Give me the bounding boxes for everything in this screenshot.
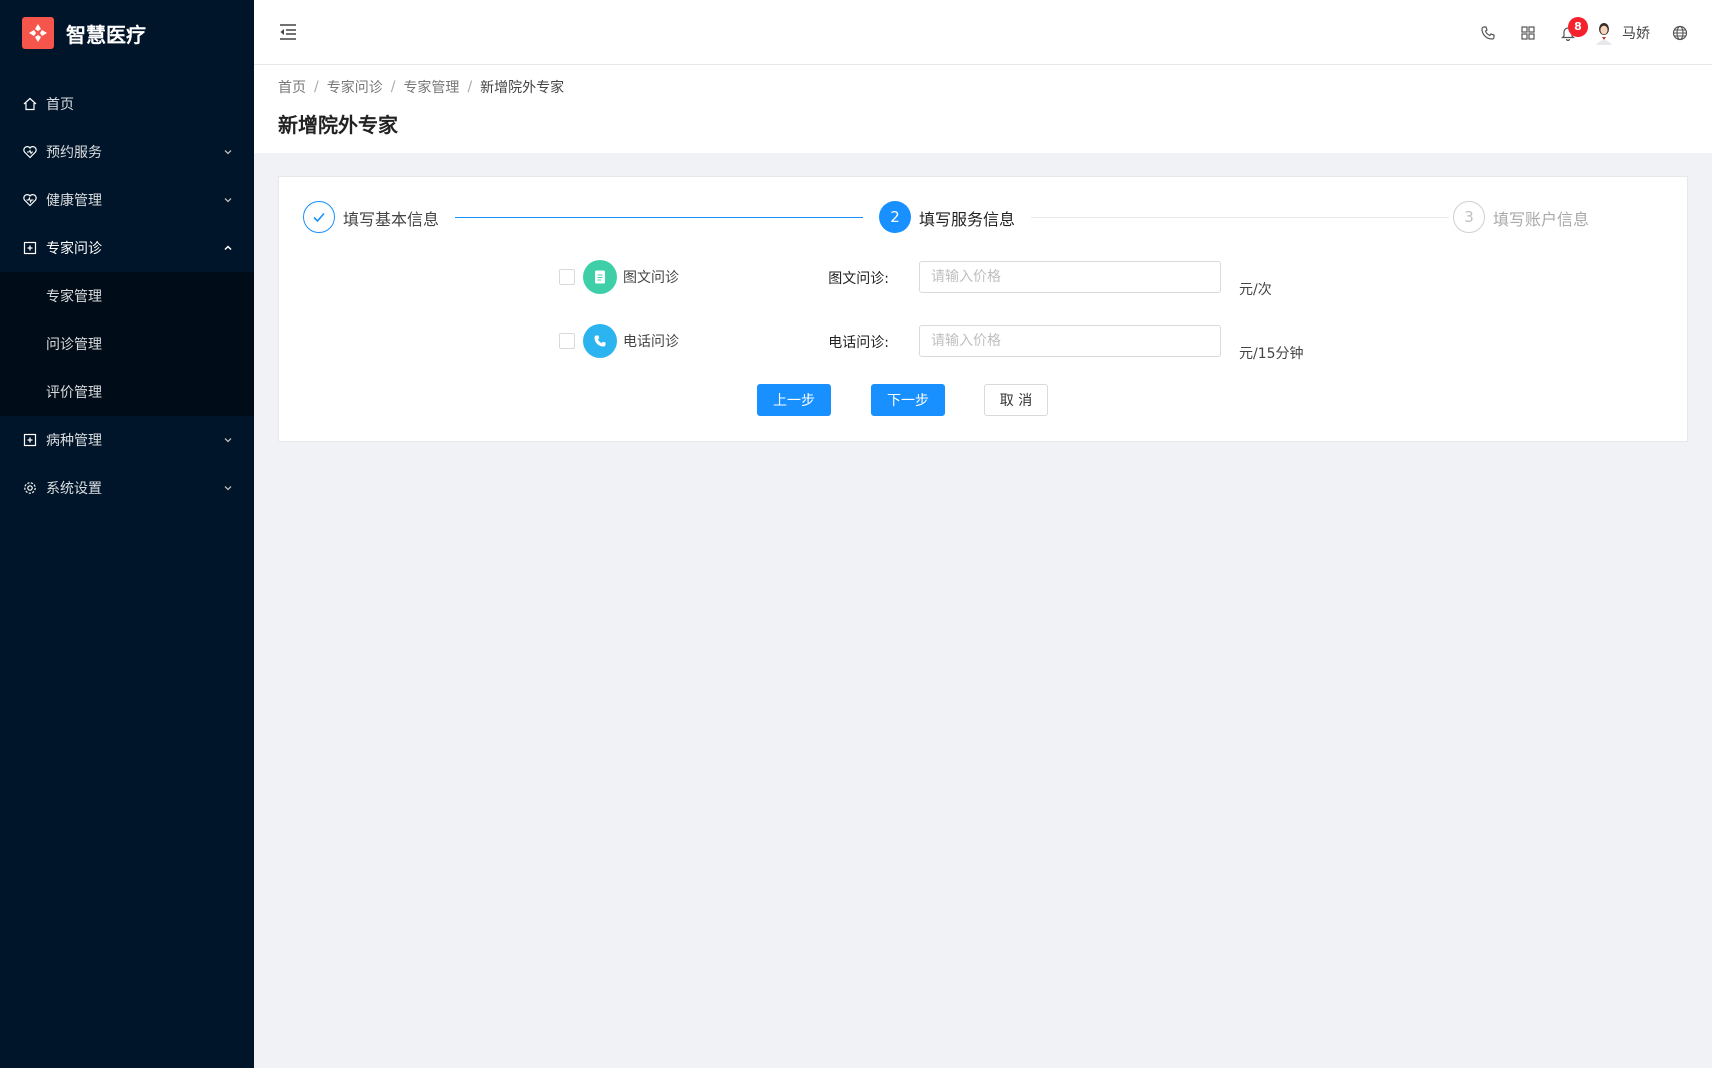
price-input-text[interactable]: [919, 261, 1221, 293]
logo-icon: [22, 17, 54, 49]
app-grid-icon[interactable]: [1508, 13, 1548, 53]
sidebar-item-health[interactable]: 健康管理: [0, 176, 254, 224]
sidebar-item-label: 专家问诊: [46, 241, 102, 257]
sidebar-item-disease[interactable]: 病种管理: [0, 416, 254, 464]
price-input-phone[interactable]: [919, 325, 1221, 357]
sidebar-item-label: 系统设置: [46, 481, 102, 497]
price-unit: 元/15分钟: [1239, 346, 1304, 362]
notification-bell-icon[interactable]: 8: [1548, 13, 1588, 53]
home-icon: [22, 96, 38, 112]
notification-badge: 8: [1568, 16, 1588, 37]
medical-box-icon: [22, 240, 38, 256]
sidebar-item-home[interactable]: 首页: [0, 80, 254, 128]
breadcrumb: 首页 / 专家问诊 / 专家管理 / 新增院外专家: [278, 77, 1688, 97]
breadcrumb-separator: /: [314, 79, 319, 95]
step-finished-check-icon: [303, 201, 335, 233]
price-unit: 元/次: [1239, 282, 1272, 298]
medical-box-icon: [22, 432, 38, 448]
page-header: 首页 / 专家问诊 / 专家管理 / 新增院外专家 新增院外专家: [254, 65, 1712, 153]
breadcrumb-item[interactable]: 专家问诊: [327, 77, 383, 97]
breadcrumb-item[interactable]: 首页: [278, 77, 306, 97]
chevron-down-icon: [222, 482, 234, 494]
submenu-expert-consult: 专家管理 问诊管理 评价管理: [0, 272, 254, 416]
service-checkbox[interactable]: [559, 269, 575, 285]
logo: 智慧医疗: [0, 0, 254, 66]
chevron-down-icon: [222, 434, 234, 446]
step-number-active: 2: [879, 201, 911, 233]
top-header: 8 马娇: [254, 0, 1712, 65]
step-title: 填写账户信息: [1493, 210, 1590, 229]
chevron-up-icon: [222, 242, 234, 254]
breadcrumb-item-current: 新增院外专家: [480, 80, 565, 96]
sidebar-subitem-expert-manage[interactable]: 专家管理: [0, 272, 254, 320]
gear-icon: [22, 480, 38, 496]
sidebar-subitem-label: 专家管理: [46, 289, 102, 305]
globe-icon[interactable]: [1660, 13, 1700, 53]
sidebar-item-appointment[interactable]: 预约服务: [0, 128, 254, 176]
phone-call-icon: [583, 324, 617, 358]
sidebar: 智慧医疗 首页 预约服务 健康管理 专家问诊 专家管理 问诊管理 评价管理 病种…: [0, 0, 254, 1068]
sidebar-item-settings[interactable]: 系统设置: [0, 464, 254, 512]
step-title: 填写基本信息: [343, 210, 440, 229]
service-row-phone: 电话问诊 电话问诊: 元/15分钟: [279, 321, 1687, 362]
form-card: 填写基本信息 2 填写服务信息 3 填写账户信息 图文问诊 图文问诊: 元/次 …: [278, 176, 1688, 442]
breadcrumb-item[interactable]: 专家管理: [403, 77, 459, 97]
sidebar-item-label: 首页: [46, 97, 74, 113]
step-number-waiting: 3: [1453, 201, 1485, 233]
phone-icon[interactable]: [1468, 13, 1508, 53]
sidebar-subitem-label: 评价管理: [46, 385, 102, 401]
sidebar-menu: 首页 预约服务 健康管理 专家问诊 专家管理 问诊管理 评价管理 病种管理 系统…: [0, 80, 254, 512]
cancel-button[interactable]: 取 消: [984, 384, 1048, 416]
header-actions: 8 马娇: [1468, 0, 1700, 65]
field-label: 电话问诊:: [828, 335, 889, 351]
service-name: 图文问诊: [623, 270, 679, 286]
sidebar-subitem-consult-manage[interactable]: 问诊管理: [0, 320, 254, 368]
app-name: 智慧医疗: [66, 22, 146, 47]
sidebar-item-label: 预约服务: [46, 145, 102, 161]
user-name: 马娇: [1622, 25, 1650, 42]
breadcrumb-separator: /: [467, 79, 473, 95]
sidebar-subitem-review-manage[interactable]: 评价管理: [0, 368, 254, 416]
breadcrumb-separator: /: [390, 79, 396, 95]
sidebar-item-label: 病种管理: [46, 433, 102, 449]
menu-fold-icon[interactable]: [278, 22, 298, 42]
sidebar-subitem-label: 问诊管理: [46, 337, 102, 353]
step-title: 填写服务信息: [919, 210, 1016, 229]
prev-step-button[interactable]: 上一步: [757, 384, 831, 416]
chevron-down-icon: [222, 194, 234, 206]
heart-pulse-icon: [22, 192, 38, 208]
heart-shield-icon: [22, 144, 38, 160]
service-name: 电话问诊: [623, 334, 679, 350]
service-row-text: 图文问诊 图文问诊: 元/次: [279, 257, 1687, 298]
step-connector: [455, 217, 863, 218]
service-checkbox[interactable]: [559, 333, 575, 349]
user-menu[interactable]: 马娇: [1594, 21, 1650, 45]
step-connector: [1031, 217, 1449, 218]
page-title: 新增院外专家: [278, 113, 398, 137]
avatar: [1594, 21, 1614, 45]
steps: 填写基本信息 2 填写服务信息 3 填写账户信息: [303, 201, 1665, 235]
field-label: 图文问诊:: [828, 271, 889, 287]
next-step-button[interactable]: 下一步: [871, 384, 945, 416]
chevron-down-icon: [222, 146, 234, 158]
sidebar-item-expert-consult[interactable]: 专家问诊: [0, 224, 254, 272]
sidebar-item-label: 健康管理: [46, 193, 102, 209]
document-icon: [583, 260, 617, 294]
